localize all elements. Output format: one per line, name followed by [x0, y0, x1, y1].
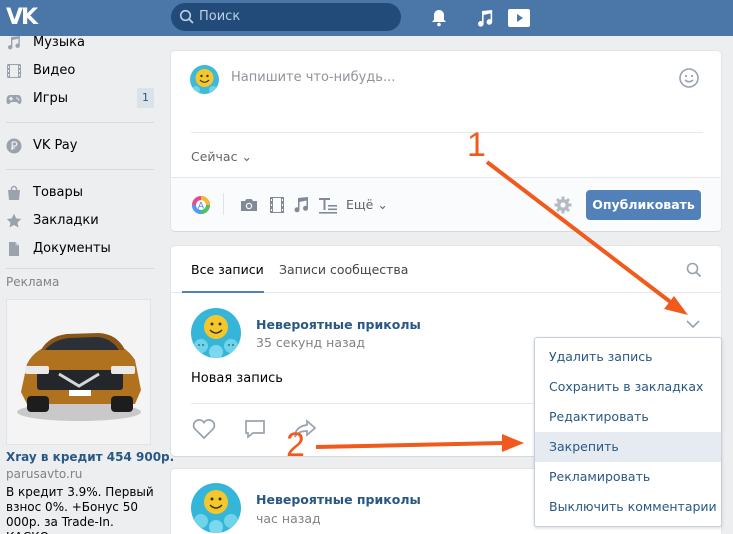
post-text: Новая запись [191, 371, 283, 386]
nav-divider [6, 268, 154, 269]
menu-item-bookmark[interactable]: Сохранить в закладках [535, 372, 721, 402]
music-icon [8, 36, 20, 50]
post-time[interactable]: 35 секунд назад [256, 335, 365, 350]
search-placeholder: Поиск [199, 9, 241, 24]
ad-car-image[interactable] [6, 299, 151, 445]
search-input[interactable]: Поиск [171, 3, 401, 31]
nav-item-label: Игры [33, 91, 69, 106]
nav-item-vkpay[interactable]: VK Pay [0, 133, 155, 161]
nav-item-games[interactable]: Игры 1 [0, 86, 155, 114]
toolbar-divider [223, 193, 224, 215]
publish-time-selector[interactable]: Сейчас ⌄ [191, 149, 252, 164]
art-icon[interactable]: A [191, 195, 211, 215]
chevron-down-icon: ⌄ [377, 197, 388, 212]
tab-all-posts[interactable]: Все записи [191, 262, 264, 277]
chevron-down-icon[interactable] [685, 318, 701, 330]
community-avatar[interactable] [191, 483, 241, 533]
car-image [7, 300, 150, 444]
film-icon[interactable] [267, 195, 287, 215]
bag-icon [8, 185, 20, 200]
composer-divider [191, 132, 703, 133]
active-tab-indicator [182, 291, 264, 293]
more-attachments-button[interactable]: Ещё ⌄ [346, 197, 388, 212]
ad-source[interactable]: parusavto.ru [6, 467, 82, 481]
gear-icon[interactable] [553, 195, 573, 215]
share-icon[interactable] [292, 418, 318, 440]
ad-headline[interactable]: Xray в кредит 454 900р. [6, 450, 174, 464]
search-icon [179, 9, 194, 24]
post-author[interactable]: Невероятные приколы [256, 492, 421, 507]
post-actions-menu: Удалить запись Сохранить в закладках Ред… [534, 337, 722, 527]
nav-item-label: Документы [33, 241, 111, 256]
vk-logo[interactable]: VK [6, 5, 40, 31]
post-input[interactable]: Напишите что-нибудь... [231, 70, 395, 85]
chevron-down-icon: ⌄ [241, 149, 252, 164]
music-icon[interactable] [291, 195, 311, 215]
games-count-badge: 1 [137, 88, 154, 108]
wall-tabs: Все записи Записи сообщества [171, 246, 721, 293]
play-icon[interactable] [507, 7, 531, 29]
ad-description: В кредит 3.9%. Первый взнос 0%. +Бонус 5… [6, 485, 154, 534]
composer-toolbar: A Ещё ⌄ Опубликовать [171, 177, 721, 231]
menu-item-disable-comments[interactable]: Выключить комментарии [535, 492, 721, 522]
user-avatar[interactable] [190, 65, 219, 94]
ad-section-title: Реклама [6, 275, 60, 289]
tab-community-posts[interactable]: Записи сообщества [279, 262, 408, 277]
ruble-icon [6, 138, 22, 154]
nav-item-label: Видео [33, 63, 76, 78]
menu-item-advertise[interactable]: Рекламировать [535, 462, 721, 492]
nav-item-label: VK Pay [33, 138, 78, 153]
menu-item-edit[interactable]: Редактировать [535, 402, 721, 432]
menu-item-pin[interactable]: Закрепить [535, 432, 721, 462]
camera-icon[interactable] [239, 195, 259, 215]
svg-text:A: A [198, 202, 205, 212]
emoji-icon[interactable] [678, 67, 700, 89]
smiley-avatar-icon [190, 65, 219, 94]
nav-item-label: Музыка [33, 35, 85, 50]
publish-time-label: Сейчас [191, 149, 238, 164]
star-icon [6, 213, 22, 228]
post-composer: Напишите что-нибудь... Сейчас ⌄ A Ещё ⌄ … [171, 51, 721, 231]
nav-item-music[interactable]: Музыка [0, 30, 155, 58]
publish-button[interactable]: Опубликовать [586, 190, 701, 220]
community-avatar[interactable] [191, 308, 241, 358]
nav-item-label: Закладки [33, 213, 99, 228]
menu-item-delete[interactable]: Удалить запись [535, 342, 721, 372]
film-icon [7, 64, 21, 78]
music-icon[interactable] [474, 7, 496, 29]
comment-icon[interactable] [242, 418, 268, 440]
gamepad-icon [6, 95, 22, 104]
nav-item-label: Товары [33, 185, 84, 200]
post-time[interactable]: час назад [256, 511, 321, 526]
nav-item-documents[interactable]: Документы [0, 236, 155, 264]
more-label: Ещё [346, 197, 374, 212]
like-icon[interactable] [191, 418, 217, 440]
nav-divider [6, 169, 154, 170]
nav-item-goods[interactable]: Товары [0, 180, 155, 208]
nav-item-bookmarks[interactable]: Закладки [0, 208, 155, 236]
post-author[interactable]: Невероятные приколы [256, 317, 421, 332]
nav-divider [6, 122, 154, 123]
text-format-icon[interactable] [317, 195, 339, 215]
smiley-avatar-icon [191, 308, 241, 358]
nav-item-video[interactable]: Видео [0, 58, 155, 86]
search-icon[interactable] [686, 262, 702, 278]
document-icon [9, 242, 19, 256]
smiley-avatar-icon [191, 483, 241, 533]
bell-icon[interactable] [428, 7, 450, 29]
